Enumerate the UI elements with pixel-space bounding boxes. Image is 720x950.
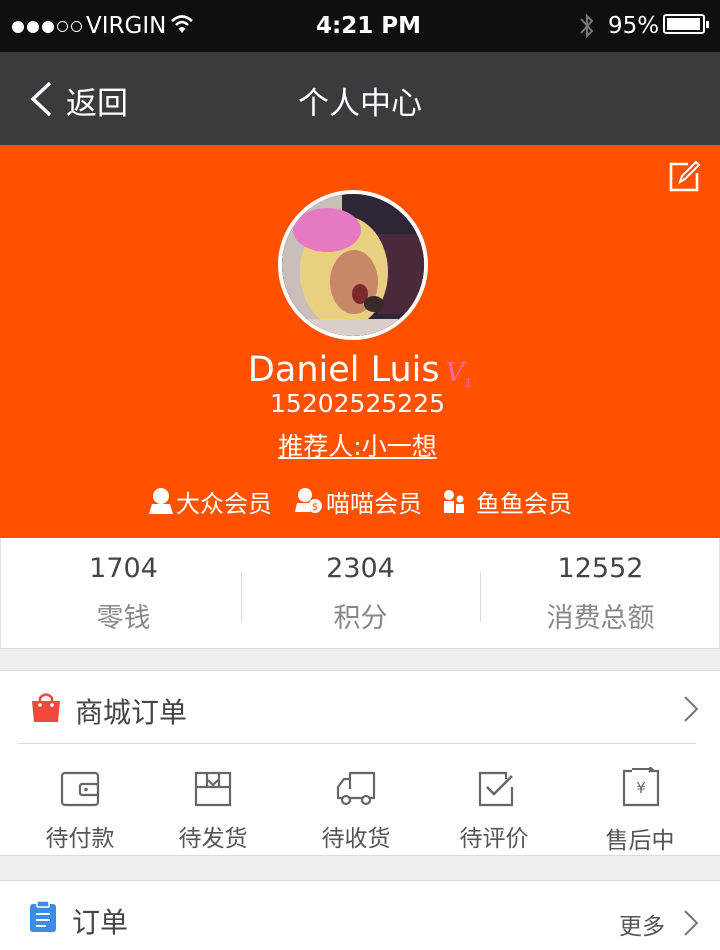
order-label: 售后中 — [605, 828, 675, 854]
user-phone: 15202525225 — [270, 389, 445, 418]
stat-value: 12552 — [557, 553, 644, 584]
truck-icon — [336, 771, 376, 806]
nav-bar: 返回 个人中心 — [0, 52, 720, 145]
shop-orders-header[interactable]: 商城订单 — [0, 671, 720, 743]
order-label: 待收货 — [321, 826, 391, 852]
orders-title: 订单 — [72, 906, 129, 939]
stat-total-spent[interactable]: 12552 消费总额 — [481, 538, 720, 649]
shop-orders-title: 商城订单 — [75, 696, 188, 729]
battery-percent: 95% — [608, 13, 660, 39]
wifi-icon — [171, 15, 193, 33]
clock: 4:21 PM — [316, 13, 421, 39]
chevron-right-icon — [684, 910, 699, 936]
member-coin-icon: $ — [295, 488, 322, 513]
referrer-link[interactable]: 推荐人:小一想 — [278, 432, 436, 461]
orders-header[interactable]: 订单 更多 — [0, 880, 720, 950]
shopping-bag-icon — [32, 693, 60, 722]
stat-label: 消费总额 — [546, 603, 655, 634]
user-name: Daniel Luis — [247, 350, 440, 390]
carrier-label: VIRGIN — [86, 13, 167, 39]
status-bar: VIRGIN 4:21 PM 95% — [0, 0, 720, 52]
more-link[interactable]: 更多 — [619, 907, 665, 941]
yen-return-icon: ¥ — [622, 767, 660, 807]
stat-label: 零钱 — [96, 603, 151, 634]
divider — [17, 743, 696, 744]
signal-icon — [12, 0, 85, 52]
battery-icon — [663, 14, 709, 34]
membership-label: 喵喵会员 — [326, 490, 422, 518]
page-title: 个人中心 — [298, 86, 422, 122]
member-person-icon — [149, 488, 173, 514]
vip-badge-icon: V1 — [445, 358, 473, 391]
edit-icon[interactable] — [667, 160, 701, 194]
svg-text:¥: ¥ — [636, 779, 646, 797]
membership-label: 大众会员 — [176, 490, 272, 518]
svg-text:$: $ — [312, 502, 318, 513]
stat-points[interactable]: 2304 积分 — [241, 538, 480, 649]
avatar-image — [282, 194, 424, 336]
check-icon — [478, 771, 514, 807]
order-label: 待评价 — [459, 826, 529, 852]
stats-panel: 1704 零钱 2304 积分 12552 消费总额 — [0, 538, 720, 649]
box-icon — [194, 771, 232, 807]
stat-value: 1704 — [89, 553, 158, 584]
member-group-icon — [444, 490, 464, 513]
user-name-row: Daniel Luis V1 — [0, 350, 720, 390]
chevron-right-icon — [684, 696, 699, 722]
clipboard-icon — [30, 901, 56, 932]
stat-value: 2304 — [326, 553, 395, 584]
stat-balance[interactable]: 1704 零钱 — [4, 538, 243, 649]
avatar[interactable] — [278, 190, 428, 340]
profile-header: Daniel Luis V1 15202525225 推荐人:小一想 大众会员 $… — [0, 145, 720, 538]
membership-label: 鱼鱼会员 — [476, 490, 572, 518]
bluetooth-icon — [580, 13, 594, 39]
stat-label: 积分 — [333, 603, 388, 634]
shop-orders-panel: 商城订单 待付款 待发货 待收货 待评价 ¥ 售后中 — [0, 670, 720, 856]
order-label: 待发货 — [178, 826, 248, 852]
wallet-icon — [60, 771, 100, 807]
